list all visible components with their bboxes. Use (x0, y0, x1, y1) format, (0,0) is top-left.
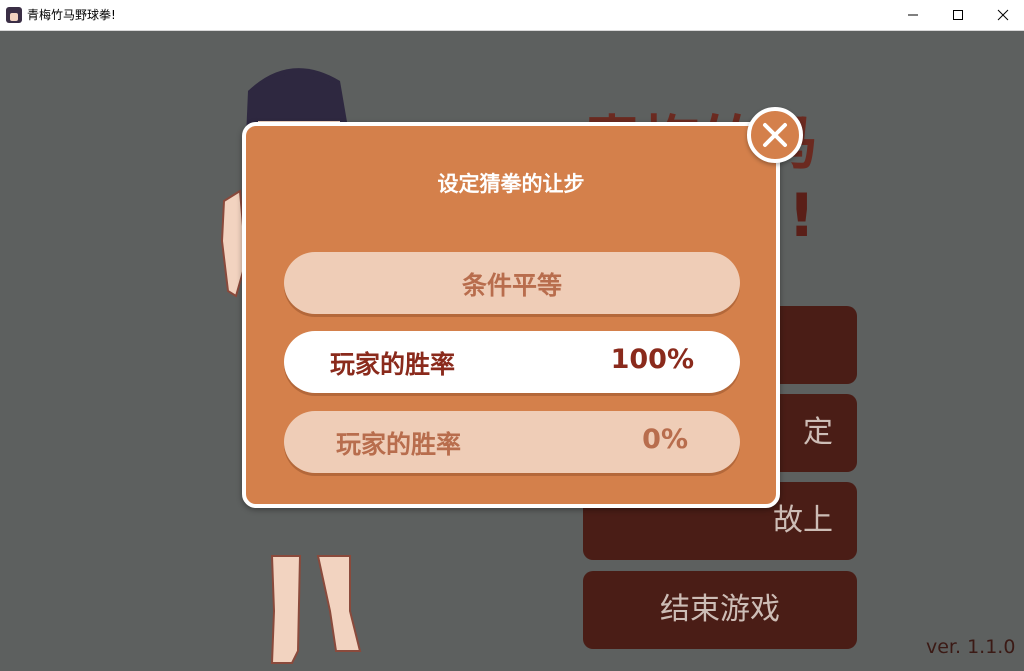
option-label: 玩家的胜率 (330, 350, 456, 379)
option-equal-conditions[interactable]: 条件平等 (284, 252, 740, 314)
maximize-button[interactable] (935, 0, 981, 30)
menu-button-settings-label: 定 (803, 415, 833, 450)
app-icon (6, 7, 22, 23)
window-title: 青梅竹马野球拳! (27, 8, 116, 22)
game-logo-exclamation: ! (788, 181, 816, 251)
option-label: 条件平等 (461, 271, 562, 300)
menu-button-quit[interactable]: 结束游戏 (583, 571, 857, 649)
minimize-button[interactable] (890, 0, 936, 30)
option-player-win-0[interactable]: 玩家的胜率 0% (284, 411, 740, 473)
maximize-icon (953, 10, 963, 20)
option-value: 100% (610, 344, 694, 375)
minimize-icon (908, 14, 918, 16)
option-label: 玩家的胜率 (336, 430, 462, 459)
window-close-button[interactable] (980, 0, 1024, 30)
window-titlebar: 青梅竹马野球拳! (0, 0, 1024, 31)
dialog-title: 设定猜拳的让步 (437, 172, 585, 196)
handicap-dialog: 设定猜拳的让步 条件平等 玩家的胜率 100% 玩家的胜率 0% (242, 122, 780, 508)
close-icon (997, 9, 1009, 21)
option-value: 0% (642, 424, 688, 455)
version-label: ver. 1.1.0 (926, 636, 1016, 658)
option-player-win-100[interactable]: 玩家的胜率 100% (284, 331, 740, 393)
close-x-icon (763, 123, 787, 147)
menu-button-story-label: 故上 (773, 503, 833, 538)
dialog-close-button[interactable] (747, 107, 803, 163)
